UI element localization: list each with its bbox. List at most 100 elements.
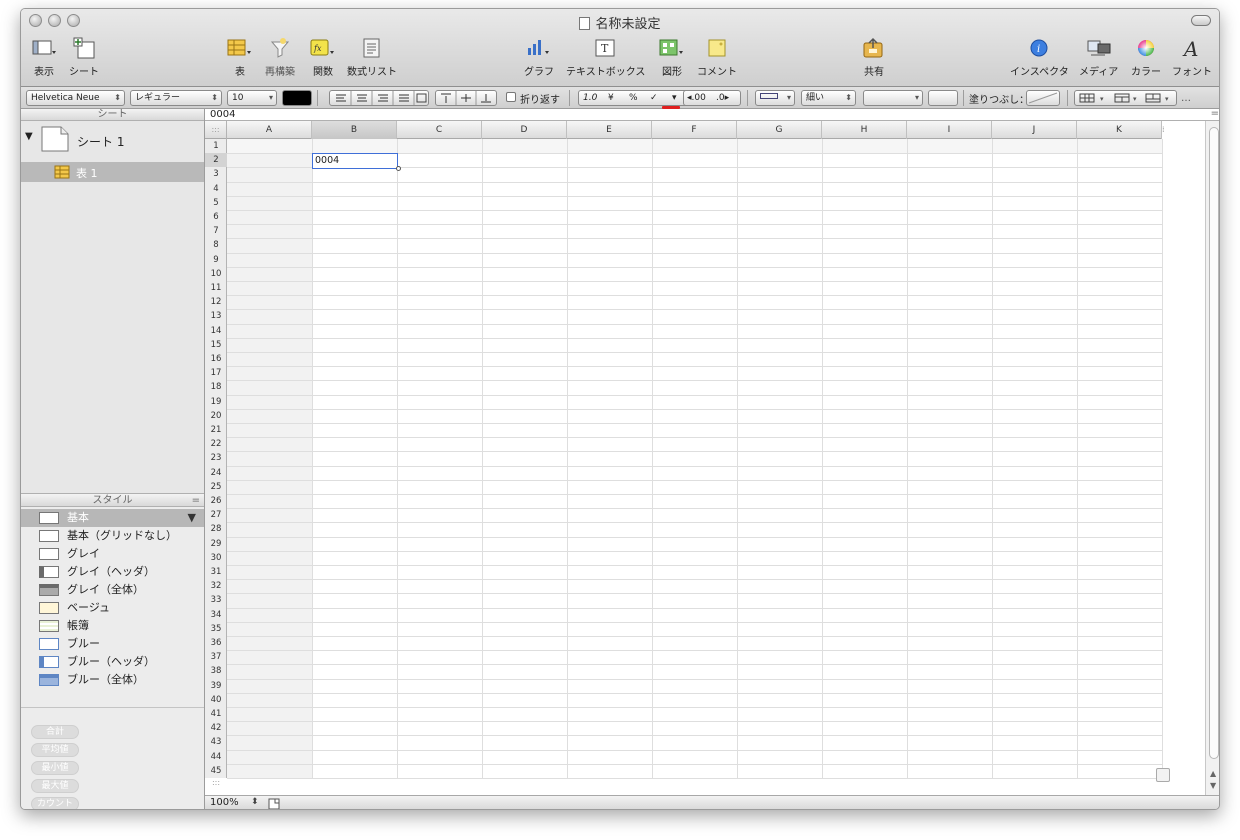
style-item[interactable]: ベージュ — [21, 599, 204, 617]
average-button[interactable]: 平均値 — [31, 743, 79, 757]
style-item[interactable]: ブルー — [21, 635, 204, 653]
number-format-button[interactable]: 1.0 — [583, 91, 597, 105]
column-header[interactable]: E — [567, 121, 652, 139]
row-header[interactable]: 21 — [205, 423, 227, 437]
column-header[interactable]: A — [227, 121, 312, 139]
row-header[interactable]: 13 — [205, 309, 227, 323]
table-layout-buttons[interactable]: ▾ ▾ ▾ — [1074, 90, 1177, 106]
row-header[interactable]: 16 — [205, 352, 227, 366]
formula-list-button[interactable]: 数式リスト — [347, 35, 397, 78]
selected-cell[interactable]: 0004 — [312, 153, 398, 170]
column-header[interactable]: K — [1077, 121, 1162, 139]
sheet-canvas[interactable]: ::: A B C D E F G H I J K ⁞ 1 2 3 4 5 6 7 8 9 10 11 12 13 14 15 16 17… — [205, 121, 1205, 795]
fill-color-well[interactable] — [1026, 90, 1060, 106]
scroll-thumb[interactable] — [1209, 127, 1219, 759]
formula-bar[interactable]: 0004 = — [205, 108, 1219, 121]
scroll-up-arrow-icon[interactable]: ▲ — [1210, 769, 1216, 778]
row-header[interactable]: 25 — [205, 480, 227, 494]
column-header[interactable]: J — [992, 121, 1077, 139]
function-button[interactable]: fx 関数 — [309, 35, 337, 78]
row-header[interactable]: 10 — [205, 267, 227, 281]
row-header[interactable]: 6 — [205, 210, 227, 224]
row-header[interactable]: 12 — [205, 295, 227, 309]
row-header[interactable]: 4 — [205, 182, 227, 196]
column-resize-handle[interactable]: ⁞ — [1162, 121, 1174, 139]
inspector-button[interactable]: i インスペクタ — [1010, 35, 1069, 78]
style-item[interactable]: 帳簿 — [21, 617, 204, 635]
stroke-select[interactable]: 細い ⬍ — [801, 90, 856, 106]
row-header[interactable]: 43 — [205, 735, 227, 749]
row-header[interactable]: 5 — [205, 196, 227, 210]
fonts-button[interactable]: A フォント — [1172, 35, 1212, 78]
vertical-align-buttons[interactable] — [435, 90, 497, 106]
textbox-button[interactable]: T テキストボックス — [566, 35, 645, 78]
row-header[interactable]: 45 — [205, 764, 227, 778]
border-select[interactable]: ▾ — [755, 90, 795, 106]
font-style-select[interactable]: レギュラー ⬍ — [130, 90, 222, 106]
column-header[interactable]: G — [737, 121, 822, 139]
row-header[interactable]: 42 — [205, 721, 227, 735]
column-header[interactable]: F — [652, 121, 737, 139]
page-view-icon[interactable] — [267, 798, 281, 810]
row-header[interactable]: 35 — [205, 622, 227, 636]
row-header[interactable]: 23 — [205, 451, 227, 465]
style-item[interactable]: グレイ（ヘッダ） — [21, 563, 204, 581]
row-header[interactable]: 14 — [205, 324, 227, 338]
number-format-buttons[interactable]: 1.0 ¥ % ✓ ▾ — [578, 90, 696, 106]
stepper-icon[interactable]: ⬍ — [251, 797, 259, 807]
row-header[interactable]: 19 — [205, 395, 227, 409]
row-header[interactable]: 36 — [205, 636, 227, 650]
view-button[interactable]: 表示 — [31, 35, 57, 78]
style-item[interactable]: ブルー（全体） — [21, 671, 204, 689]
increase-decimal-button[interactable]: .0▸ — [716, 91, 729, 105]
count-button[interactable]: カウント — [31, 797, 79, 809]
toolbar-toggle-button[interactable] — [1191, 15, 1211, 26]
row-header[interactable]: 7 — [205, 224, 227, 238]
checkbox-format-button[interactable]: ✓ — [650, 91, 658, 105]
chevron-down-icon[interactable]: ▼ — [188, 509, 196, 527]
alignment-buttons[interactable] — [329, 90, 429, 106]
more-indicator[interactable]: … — [1181, 93, 1191, 104]
share-button[interactable]: 共有 — [861, 35, 887, 78]
row-header[interactable]: 11 — [205, 281, 227, 295]
currency-button[interactable]: ¥ — [608, 91, 614, 105]
row-header[interactable]: 37 — [205, 650, 227, 664]
row-header[interactable]: 40 — [205, 693, 227, 707]
column-header[interactable]: I — [907, 121, 992, 139]
table-resize-handle[interactable] — [1156, 768, 1170, 782]
wrap-checkbox[interactable] — [506, 92, 516, 102]
font-family-select[interactable]: Helvetica Neue ⬍ — [26, 90, 125, 106]
disclosure-triangle-icon[interactable]: ▼ — [25, 131, 33, 142]
row-header[interactable]: 33 — [205, 593, 227, 607]
row-header[interactable]: 41 — [205, 707, 227, 721]
zoom-level[interactable]: 100% — [210, 797, 239, 808]
row-header[interactable]: 8 — [205, 238, 227, 252]
row-header[interactable]: 26 — [205, 494, 227, 508]
sum-button[interactable]: 合計 — [31, 725, 79, 739]
row-header[interactable]: 31 — [205, 565, 227, 579]
row-header[interactable]: 38 — [205, 664, 227, 678]
colors-button[interactable]: カラー — [1131, 35, 1161, 78]
row-header[interactable]: 2 — [205, 153, 227, 168]
pane-options-icon[interactable]: = — [192, 494, 200, 507]
minimum-button[interactable]: 最小値 — [31, 761, 79, 775]
row-header[interactable]: 17 — [205, 366, 227, 380]
font-size-field[interactable]: 10 ▾ — [227, 90, 277, 106]
vertical-scrollbar[interactable]: ▲ ▼ — [1205, 121, 1219, 795]
row-header[interactable]: 39 — [205, 679, 227, 693]
select-all-corner[interactable]: ::: — [205, 121, 227, 139]
chart-button[interactable]: グラフ — [524, 35, 554, 78]
maximum-button[interactable]: 最大値 — [31, 779, 79, 793]
column-header[interactable]: D — [482, 121, 567, 139]
shape-button[interactable]: 図形 — [658, 35, 686, 78]
formula-options-icon[interactable]: = — [1211, 108, 1219, 119]
row-header[interactable]: 28 — [205, 522, 227, 536]
row-resize-handle[interactable]: ::: — [205, 778, 227, 790]
row-header[interactable]: 32 — [205, 579, 227, 593]
row-header[interactable]: 20 — [205, 409, 227, 423]
decimal-buttons[interactable]: ◂.00 .0▸ — [683, 90, 741, 106]
reorganize-button[interactable]: 再構築 — [265, 35, 295, 78]
row-header[interactable]: 22 — [205, 437, 227, 451]
stroke-width-field[interactable]: ▾ — [863, 90, 923, 106]
row-header[interactable]: 15 — [205, 338, 227, 352]
